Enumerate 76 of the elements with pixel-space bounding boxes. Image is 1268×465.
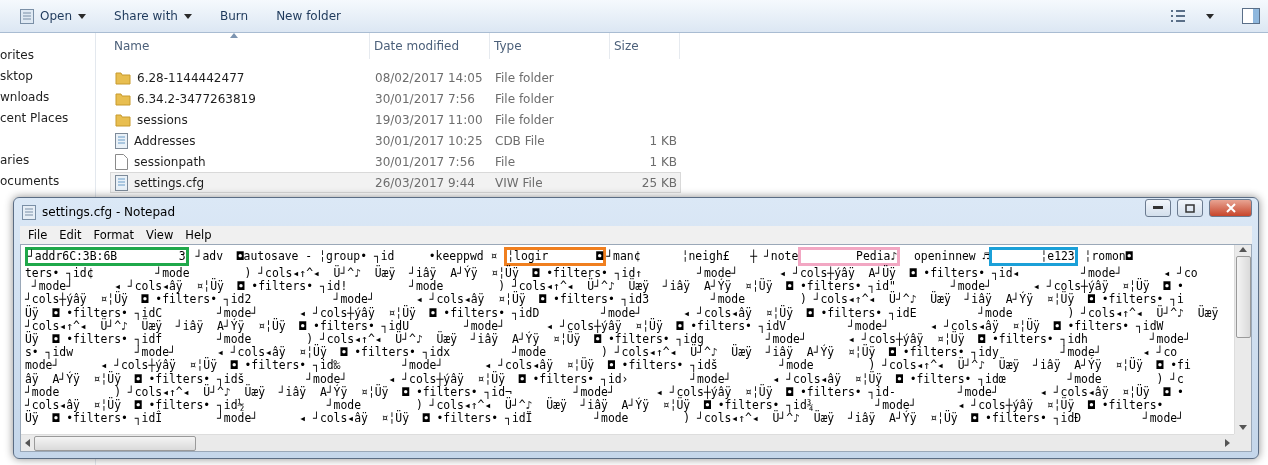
file-row[interactable]: 6.28-1144442477 08/02/2017 14:05 File folder bbox=[110, 67, 681, 88]
notepad-icon bbox=[20, 8, 34, 24]
down-arrow-icon[interactable] bbox=[1239, 425, 1247, 430]
file-row[interactable]: settings.cfg 26/03/2017 9:44 VIW File 25 KB bbox=[110, 172, 681, 193]
file-type: File bbox=[494, 154, 517, 169]
nav-item[interactable]: ocuments bbox=[0, 171, 95, 192]
column-header[interactable]: Type bbox=[490, 33, 610, 59]
text-line: Üÿ ◘ •filters• ┐idÎ ┘mode┘ ◂ ┘cols◂âÿ ¤╎Üÿ ◘ •filters• ┐idÏ ┘mode ) ┘cols◂↑^◂ Ü┘^♪ Üæÿ ┘iâÿ A┘Ýÿ ¤╎Üÿ ◘ •filters• ┐idÐ ┘mode┘ bbox=[25, 412, 1184, 426]
maximize-button[interactable] bbox=[1177, 199, 1203, 217]
highlight-frame: Pedia♪ bbox=[798, 247, 901, 266]
file-type: CDB File bbox=[494, 133, 546, 148]
folder-icon bbox=[115, 112, 131, 127]
file-row[interactable]: sessionpath 30/01/2017 7:56 File 1 KB bbox=[110, 151, 681, 172]
maximize-icon bbox=[1185, 203, 1195, 213]
scroll-thumb[interactable] bbox=[1235, 256, 1251, 338]
nav-item[interactable]: cent Places bbox=[0, 108, 95, 129]
file-row[interactable]: sessions 19/03/2017 11:00 File folder bbox=[110, 109, 681, 130]
file-row[interactable]: 6.34.2-3477263819 30/01/2017 7:56 File folder bbox=[110, 88, 681, 109]
column-header[interactable]: Size bbox=[610, 33, 680, 59]
toolbar-button[interactable]: Open bbox=[8, 4, 99, 28]
date-modified: 26/03/2017 9:44 bbox=[374, 175, 476, 190]
file-type: File folder bbox=[494, 91, 555, 106]
blank-file-icon bbox=[115, 153, 128, 170]
date-modified: 08/02/2017 14:05 bbox=[374, 70, 484, 85]
folder-icon bbox=[115, 91, 131, 106]
view-list-icon[interactable] bbox=[1170, 9, 1186, 23]
document-icon bbox=[115, 174, 128, 191]
minimize-icon bbox=[1153, 206, 1163, 210]
horizontal-scrollbar[interactable] bbox=[21, 434, 1234, 451]
menu-item[interactable]: Format bbox=[87, 228, 141, 242]
date-modified: 19/03/2017 11:00 bbox=[374, 112, 484, 127]
document-icon bbox=[115, 132, 128, 149]
menu-item[interactable]: File bbox=[22, 228, 54, 242]
left-arrow-icon[interactable] bbox=[25, 439, 30, 447]
file-type: File folder bbox=[494, 112, 555, 127]
menu-item[interactable]: View bbox=[140, 228, 180, 242]
preview-pane-icon[interactable] bbox=[1242, 8, 1260, 24]
close-icon bbox=[1225, 203, 1236, 213]
file-name: sessionpath bbox=[134, 154, 206, 169]
sort-arrow-icon bbox=[230, 33, 238, 38]
date-modified: 30/01/2017 7:56 bbox=[374, 154, 476, 169]
minimize-button[interactable] bbox=[1145, 199, 1171, 217]
file-size: 25 KB bbox=[640, 175, 678, 190]
file-name: sessions bbox=[137, 112, 188, 127]
file-name: 6.34.2-3477263819 bbox=[137, 91, 256, 106]
date-modified: 30/01/2017 7:56 bbox=[374, 91, 476, 106]
nav-item[interactable]: sktop bbox=[0, 66, 95, 87]
scroll-thumb[interactable] bbox=[34, 435, 196, 451]
menu-item[interactable]: Edit bbox=[53, 228, 88, 242]
menu-item[interactable]: Help bbox=[179, 228, 218, 242]
vertical-scrollbar[interactable] bbox=[1234, 245, 1251, 434]
file-size: 1 KB bbox=[648, 154, 678, 169]
right-arrow-icon[interactable] bbox=[1225, 439, 1230, 447]
file-type: File folder bbox=[494, 70, 555, 85]
folder-icon bbox=[115, 70, 131, 85]
notepad-icon bbox=[22, 204, 36, 220]
column-header[interactable]: Date modified bbox=[370, 33, 490, 59]
file-name: settings.cfg bbox=[134, 175, 205, 190]
caret-icon bbox=[1206, 13, 1214, 19]
nav-item[interactable]: wnloads bbox=[0, 87, 95, 108]
highlight-frame: ╎e123 bbox=[989, 247, 1078, 266]
file-name: Addresses bbox=[134, 133, 196, 148]
date-modified: 30/01/2017 10:25 bbox=[374, 133, 484, 148]
file-row[interactable]: Addresses 30/01/2017 10:25 CDB File 1 KB bbox=[110, 130, 681, 151]
toolbar-button[interactable]: New folder bbox=[264, 5, 353, 27]
highlight-frame: ┘addr6C:3B:6B 3 bbox=[25, 247, 189, 266]
nav-item[interactable]: orites bbox=[0, 45, 95, 66]
nav-item[interactable]: aries bbox=[0, 150, 95, 171]
toolbar-button[interactable]: Share with bbox=[102, 5, 204, 27]
file-type: VIW File bbox=[494, 175, 544, 190]
toolbar-button[interactable]: Burn bbox=[207, 5, 261, 27]
up-arrow-icon[interactable] bbox=[1239, 247, 1247, 252]
close-button[interactable] bbox=[1209, 199, 1252, 217]
file-name: 6.28-1144442477 bbox=[137, 70, 245, 85]
file-size: 1 KB bbox=[648, 133, 678, 148]
window-title: settings.cfg - Notepad bbox=[42, 205, 177, 219]
